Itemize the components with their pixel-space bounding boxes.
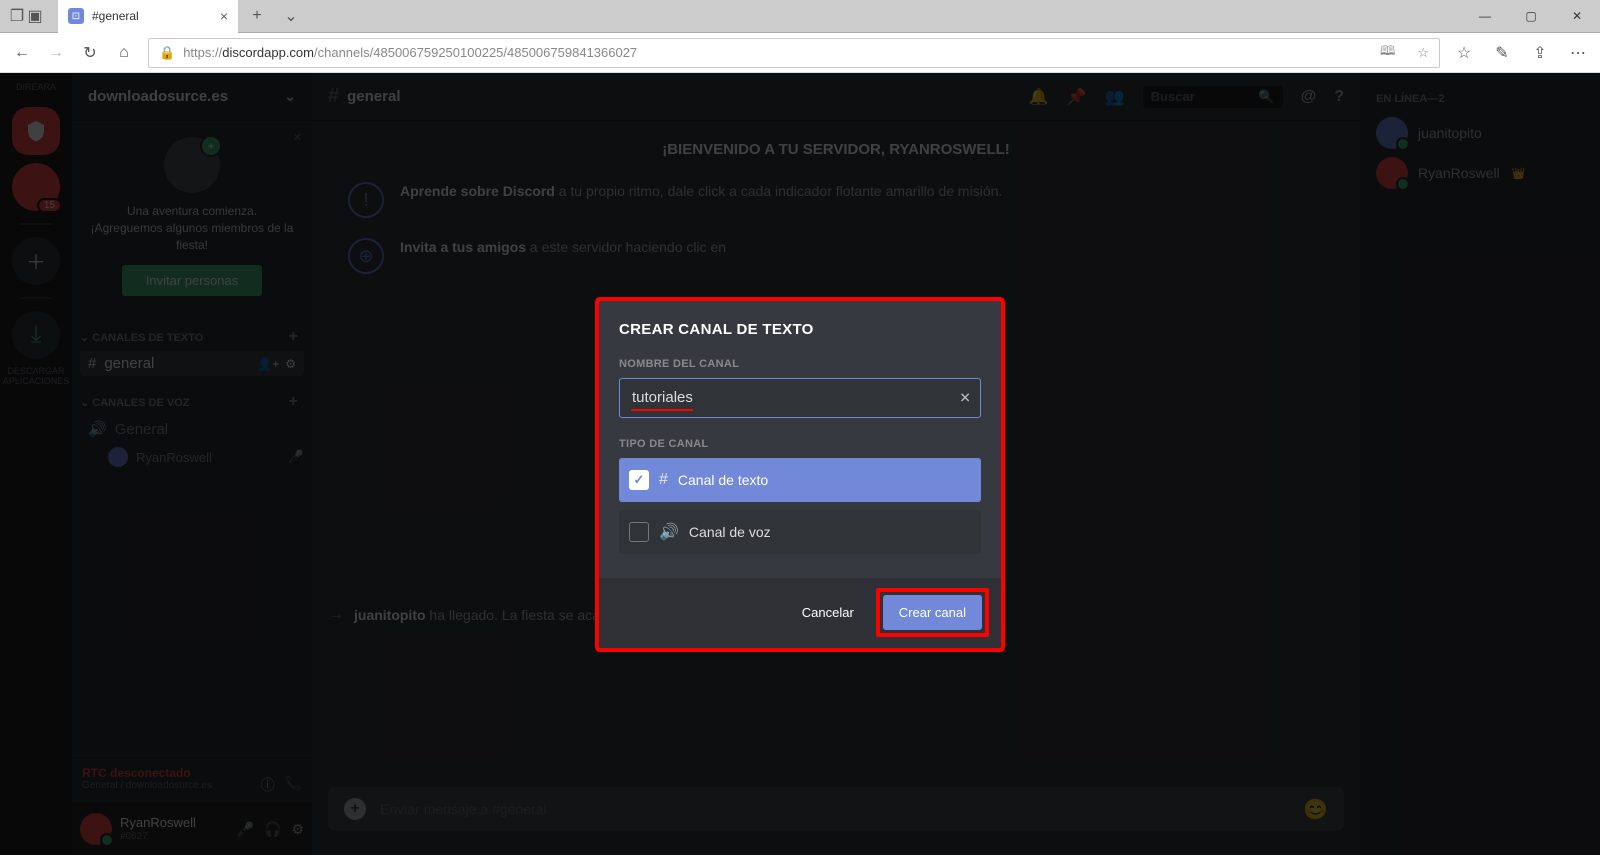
address-bar[interactable]: 🔒 https://discordapp.com/channels/485006… <box>148 38 1440 68</box>
close-tab-icon[interactable]: × <box>220 8 228 24</box>
browser-address-bar-row: ← → ↻ ⌂ 🔒 https://discordapp.com/channel… <box>0 33 1600 73</box>
minimize-button[interactable]: — <box>1462 0 1508 33</box>
lock-icon: 🔒 <box>159 45 175 61</box>
discord-favicon: ⊡ <box>68 8 84 24</box>
channel-type-label: TIPO DE CANAL <box>619 438 981 450</box>
refresh-button[interactable]: ↻ <box>80 43 100 63</box>
create-channel-modal: CREAR CANAL DE TEXTO NOMBRE DEL CANAL ✕ … <box>0 73 1600 855</box>
channel-name-input[interactable] <box>619 378 981 418</box>
checkbox-unchecked-icon <box>629 522 649 542</box>
browser-tab-bar: ❐ ▣ ⊡ #general × + ⌄ — ▢ ✕ <box>0 0 1600 33</box>
maximize-button[interactable]: ▢ <box>1508 0 1554 33</box>
share-icon[interactable]: ⇪ <box>1530 43 1550 63</box>
tab-title: #general <box>92 9 212 23</box>
modal-title: CREAR CANAL DE TEXTO <box>619 321 981 338</box>
notes-icon[interactable]: ✎ <box>1492 43 1512 63</box>
clear-input-icon[interactable]: ✕ <box>959 389 971 406</box>
new-tab-button[interactable]: + <box>242 1 272 31</box>
tab-actions-icon[interactable]: ❐ <box>10 9 24 23</box>
speaker-icon: 🔊 <box>659 522 679 542</box>
checkbox-checked-icon: ✓ <box>629 470 649 490</box>
create-button-highlight: Crear canal <box>876 588 989 637</box>
open-tab-menu-icon[interactable]: ⌄ <box>276 1 306 31</box>
browser-tab[interactable]: ⊡ #general × <box>58 0 238 33</box>
cancel-button[interactable]: Cancelar <box>788 595 868 630</box>
create-channel-button[interactable]: Crear canal <box>883 595 982 630</box>
favorite-icon[interactable]: ☆ <box>1417 45 1429 61</box>
highlight-underline <box>631 409 693 411</box>
favorites-icon[interactable]: ☆ <box>1454 43 1474 63</box>
home-button[interactable]: ⌂ <box>114 43 134 63</box>
type-option-text[interactable]: ✓ # Canal de texto <box>619 458 981 502</box>
channel-name-label: NOMBRE DEL CANAL <box>619 358 981 370</box>
more-icon[interactable]: ⋯ <box>1568 43 1588 63</box>
forward-button: → <box>46 43 66 63</box>
close-window-button[interactable]: ✕ <box>1554 0 1600 33</box>
reading-view-icon[interactable]: 🕮 <box>1380 42 1395 64</box>
back-button[interactable]: ← <box>12 43 32 63</box>
tab-preview-icon[interactable]: ▣ <box>28 9 42 23</box>
type-option-voice[interactable]: 🔊 Canal de voz <box>619 510 981 554</box>
discord-app: DIREARA 15 ＋ ⤓ DESCARGAR APLICACIONES do… <box>0 73 1600 855</box>
hash-icon: # <box>659 471 668 489</box>
modal-footer: Cancelar Crear canal <box>599 578 1001 648</box>
